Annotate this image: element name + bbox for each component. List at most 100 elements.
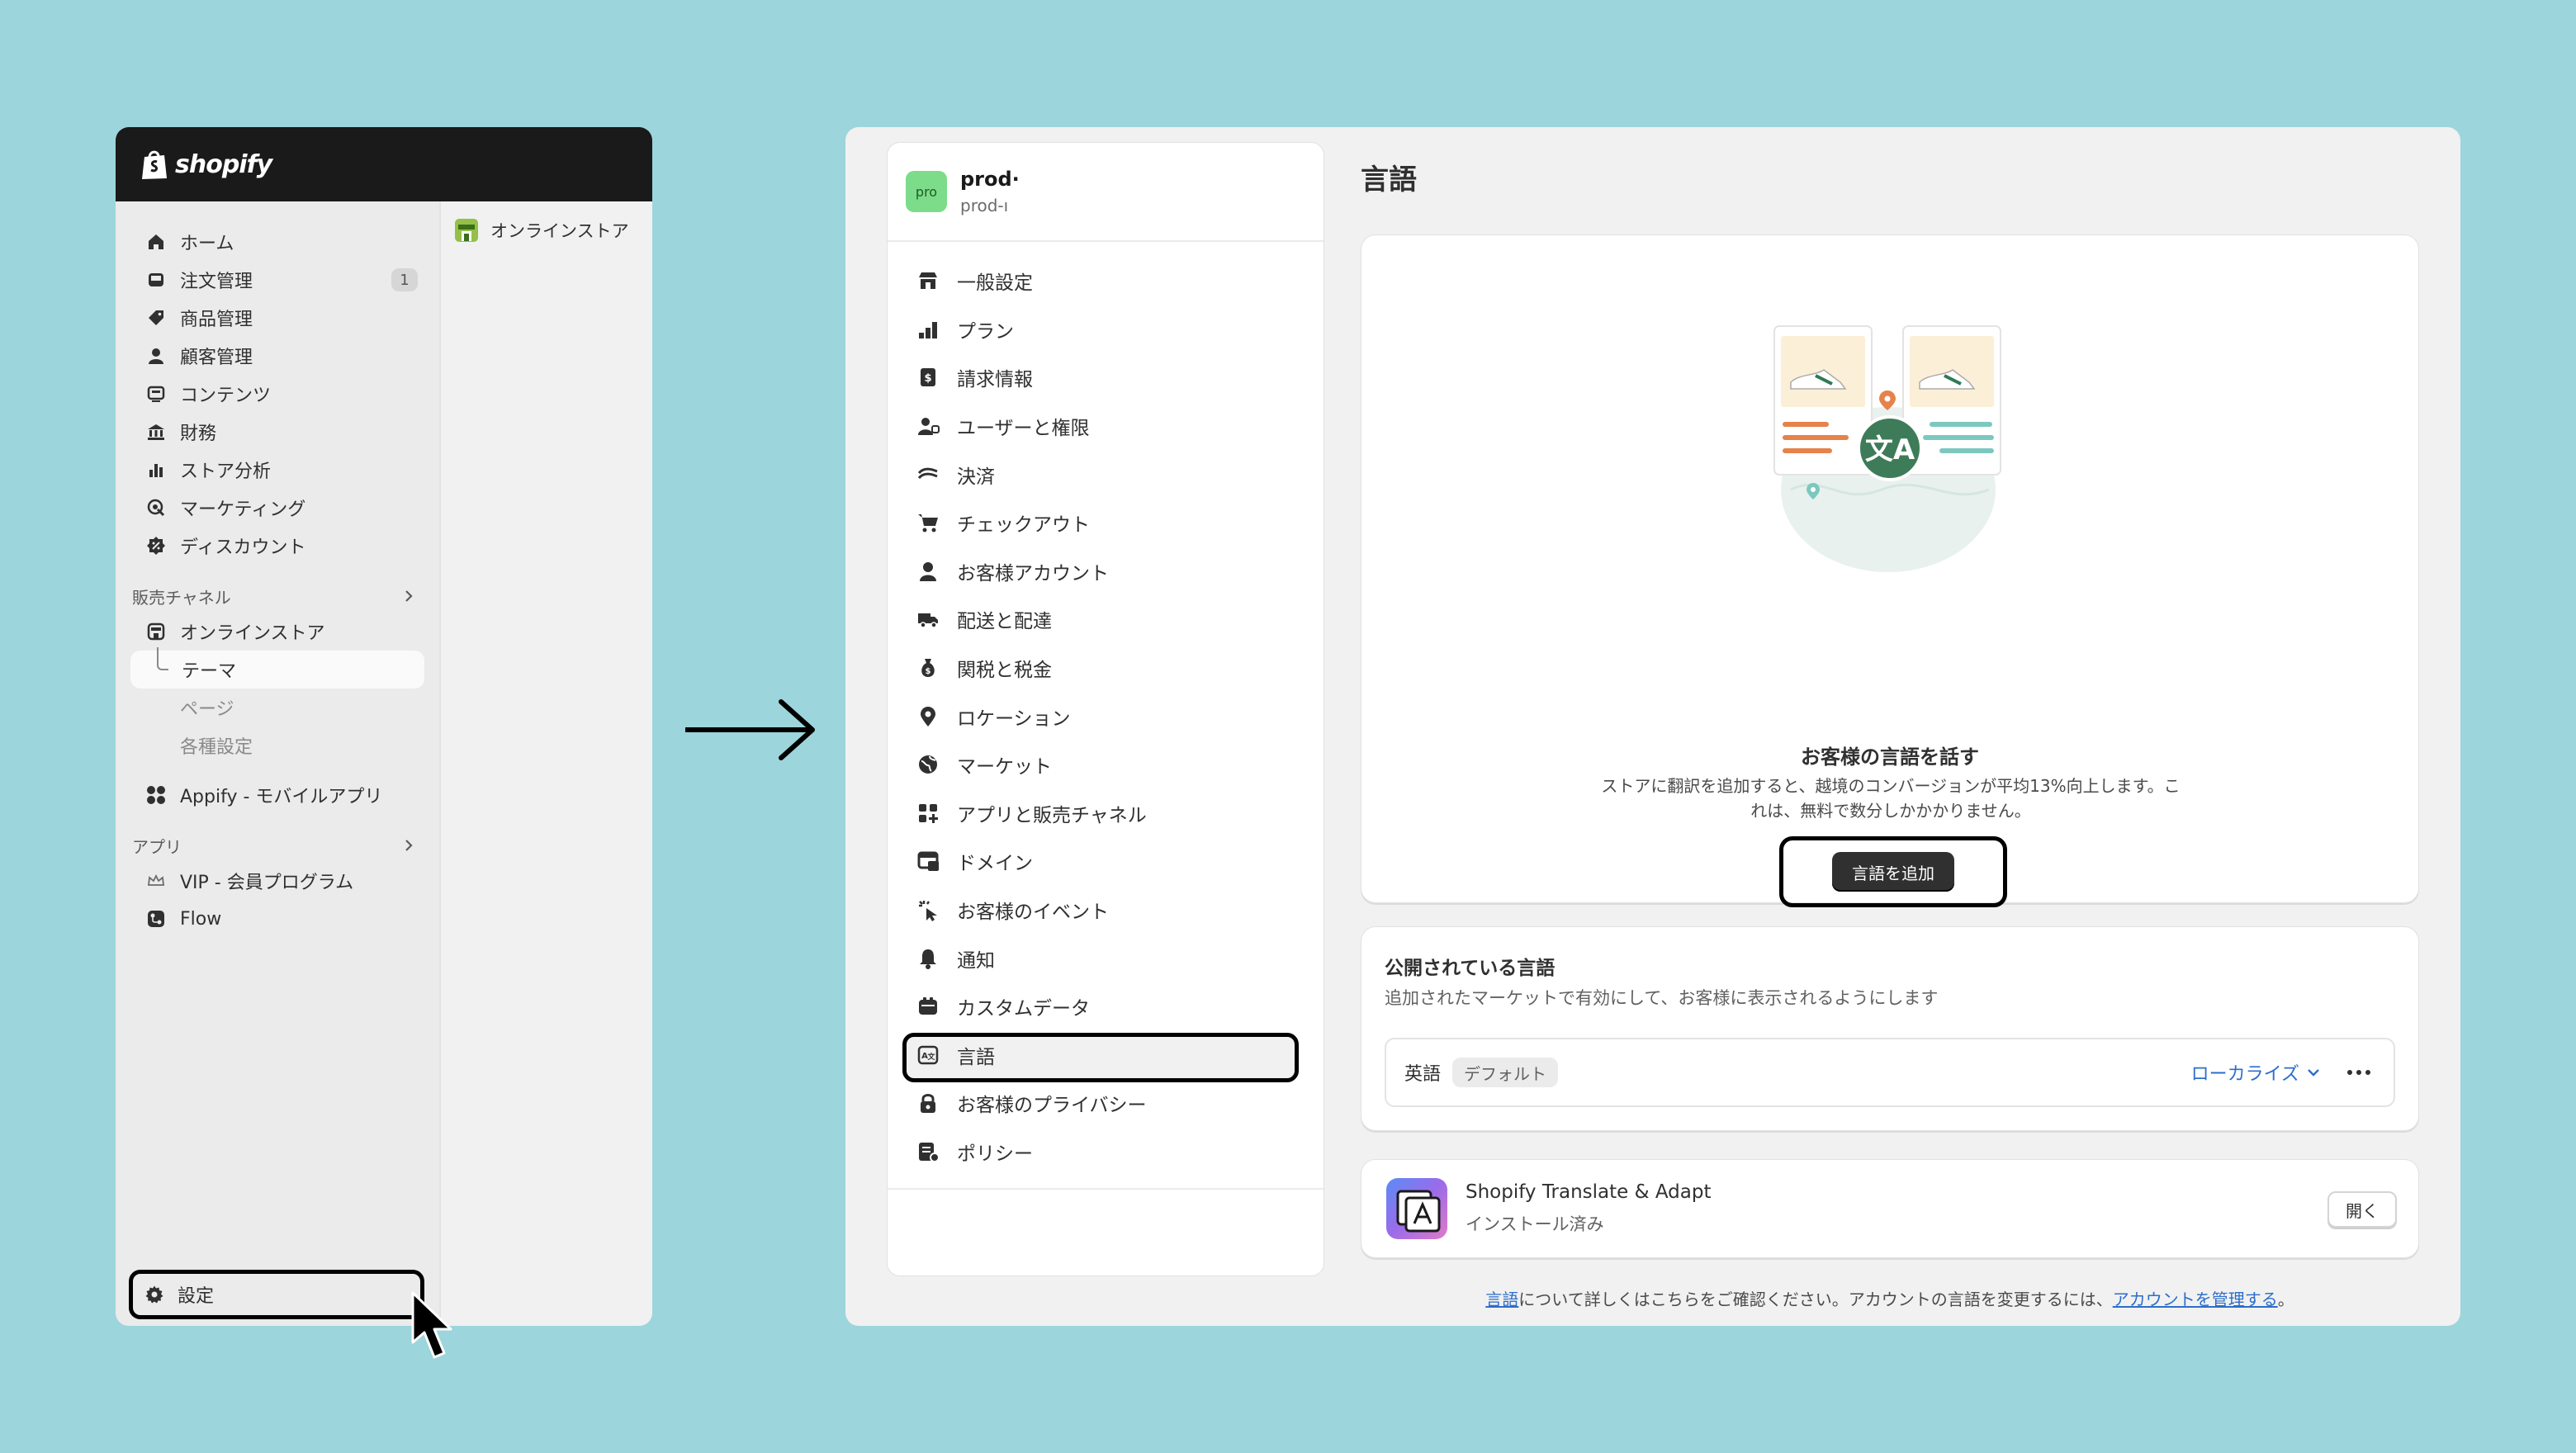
- menu-item-customer-accounts[interactable]: お客様アカウント: [888, 547, 1324, 596]
- menu-item-plan[interactable]: プラン: [888, 305, 1324, 354]
- truck-icon: [916, 607, 940, 632]
- svg-text:文: 文: [926, 1052, 935, 1062]
- nav-item-appify[interactable]: Appify - モバイルアプリ: [129, 776, 426, 814]
- storefront-icon: [145, 621, 167, 642]
- menu-item-customer-events[interactable]: お客様のイベント: [888, 886, 1324, 935]
- flow-icon: [145, 908, 167, 930]
- bell-icon: [916, 946, 940, 971]
- nav-sub-preferences[interactable]: 各種設定: [129, 726, 426, 764]
- manage-account-link[interactable]: アカウントを管理する: [2113, 1290, 2278, 1309]
- gear-icon: [144, 1285, 164, 1304]
- nav-item-label: オンラインストア: [180, 623, 325, 644]
- sidebar-divider: [888, 1188, 1324, 1190]
- menu-item-custom-data[interactable]: カスタムデータ: [888, 982, 1324, 1031]
- published-languages-card: 公開されている言語 追加されたマーケットで有効にして、お客様に表示されるようにし…: [1361, 926, 2419, 1131]
- nav-sub-pages[interactable]: ページ: [129, 689, 426, 726]
- menu-item-shipping[interactable]: 配送と配達: [888, 595, 1324, 644]
- menu-item-notifications[interactable]: 通知: [888, 934, 1324, 982]
- nav-item-home[interactable]: ホーム: [129, 223, 426, 261]
- shopify-logo-text: shopify: [175, 149, 272, 179]
- store-name: prod·: [960, 168, 1020, 191]
- subpane-online-store[interactable]: オンラインストア: [454, 218, 639, 243]
- menu-item-label: プラン: [957, 320, 1014, 343]
- nav-item-finance[interactable]: 財務: [129, 413, 426, 451]
- menu-item-label: ユーザーと権限: [957, 418, 1090, 440]
- default-badge: デフォルト: [1452, 1058, 1559, 1087]
- nav-item-label: 注文管理: [180, 272, 253, 292]
- nav-item-label: ディスカウント: [180, 537, 306, 558]
- open-app-button[interactable]: 開く: [2327, 1191, 2397, 1228]
- menu-item-label: 言語: [957, 1046, 995, 1068]
- home-icon: [145, 231, 167, 253]
- lock-icon: [916, 1091, 940, 1115]
- admin-sidebar: ホーム 注文管理 1 商品管理 顧客管理 コンテンツ 財務 ストア分析 マーケテ…: [116, 201, 439, 1326]
- menu-item-label: 一般設定: [957, 272, 1033, 295]
- menu-item-label: アプリと販売チャネル: [957, 804, 1147, 826]
- nav-sub-themes[interactable]: テーマ: [130, 647, 424, 689]
- nav-item-vip-app[interactable]: VIP - 会員プログラム: [129, 862, 426, 900]
- apps-header[interactable]: アプリ: [129, 829, 426, 862]
- menu-item-label: お客様アカウント: [957, 562, 1109, 585]
- svg-text:$: $: [924, 372, 931, 385]
- localize-button[interactable]: ローカライズ: [2191, 1059, 2321, 1086]
- nav-item-label: 顧客管理: [180, 348, 253, 368]
- footer-note: 言語について詳しくはこちらをご確認ください。アカウントの言語を変更するには、アカ…: [1361, 1286, 2419, 1310]
- store-header[interactable]: pro prod· prod-ı: [888, 143, 1324, 242]
- nav-item-online-store[interactable]: オンラインストア: [129, 613, 426, 651]
- person-icon: [916, 559, 940, 584]
- menu-item-apps-channels[interactable]: アプリと販売チャネル: [888, 789, 1324, 838]
- menu-item-billing[interactable]: $ 請求情報: [888, 353, 1324, 402]
- menu-item-users[interactable]: ユーザーと権限: [888, 402, 1324, 451]
- nav-item-customers[interactable]: 顧客管理: [129, 337, 426, 375]
- more-options-icon[interactable]: [2342, 1056, 2375, 1089]
- settings-sidebar: pro prod· prod-ı 一般設定 プラン $ 請求情報 ユーザーと権限: [887, 142, 1324, 1276]
- published-languages-title: 公開されている言語: [1385, 958, 1556, 979]
- app-status: インストール済み: [1466, 1214, 1604, 1234]
- target-icon: [145, 497, 167, 518]
- hero-description: ストアに翻訳を追加すると、越境のコンバージョンが平均13%向上します。これは、無…: [1601, 776, 2181, 821]
- nav-item-content[interactable]: コンテンツ: [129, 375, 426, 413]
- sales-channels-header[interactable]: 販売チャネル: [129, 580, 426, 613]
- apps-icon: [916, 801, 940, 826]
- menu-item-taxes[interactable]: $ 関税と税金: [888, 644, 1324, 693]
- menu-item-domains[interactable]: ドメイン: [888, 837, 1324, 886]
- menu-item-markets[interactable]: マーケット: [888, 741, 1324, 789]
- menu-item-languages[interactable]: A文 言語: [888, 1031, 1324, 1082]
- menu-item-locations[interactable]: ロケーション: [888, 692, 1324, 741]
- nav-item-marketing[interactable]: マーケティング: [129, 489, 426, 527]
- svg-text:文A: 文A: [1865, 433, 1915, 466]
- chevron-right-icon: [403, 838, 414, 853]
- nav-item-flow-app[interactable]: Flow: [129, 900, 426, 938]
- menu-item-label: お客様のプライバシー: [957, 1095, 1147, 1117]
- shopify-bag-icon: [140, 149, 168, 180]
- person-icon: [145, 345, 167, 367]
- menu-item-payments[interactable]: 決済: [888, 450, 1324, 499]
- tax-icon: $: [916, 656, 940, 680]
- admin-top-bar: shopify: [116, 127, 652, 201]
- nav-item-products[interactable]: 商品管理: [129, 299, 426, 337]
- nav-item-settings[interactable]: 設定: [129, 1270, 424, 1319]
- nav-sub-label: 各種設定: [180, 737, 253, 758]
- online-store-app-icon: [454, 218, 479, 243]
- add-language-button[interactable]: 言語を追加: [1832, 852, 1954, 892]
- menu-item-privacy[interactable]: お客様のプライバシー: [888, 1079, 1324, 1128]
- policy-icon: [916, 1139, 940, 1164]
- nav-sub-label: テーマ: [182, 661, 237, 682]
- languages-help-link[interactable]: 言語: [1485, 1290, 1518, 1309]
- svg-text:$: $: [926, 667, 931, 676]
- inbox-icon: [145, 269, 167, 291]
- menu-item-policies[interactable]: ポリシー: [888, 1128, 1324, 1176]
- cart-icon: [916, 510, 940, 535]
- payment-icon: [916, 462, 940, 487]
- plan-icon: [916, 317, 940, 342]
- nav-item-orders[interactable]: 注文管理 1: [129, 261, 426, 299]
- translate-adapt-app-card: Shopify Translate & Adapt インストール済み 開く: [1361, 1159, 2419, 1258]
- menu-item-checkout[interactable]: チェックアウト: [888, 499, 1324, 547]
- nav-item-analytics[interactable]: ストア分析: [129, 451, 426, 489]
- subpane-item-label: オンラインストア: [490, 221, 629, 241]
- highlight-frame: 言語を追加: [1779, 836, 2007, 907]
- nav-item-discounts[interactable]: ディスカウント: [129, 527, 426, 565]
- menu-item-general[interactable]: 一般設定: [888, 257, 1324, 305]
- menu-item-label: 配送と配達: [957, 611, 1052, 633]
- apps-label: アプリ: [132, 836, 182, 857]
